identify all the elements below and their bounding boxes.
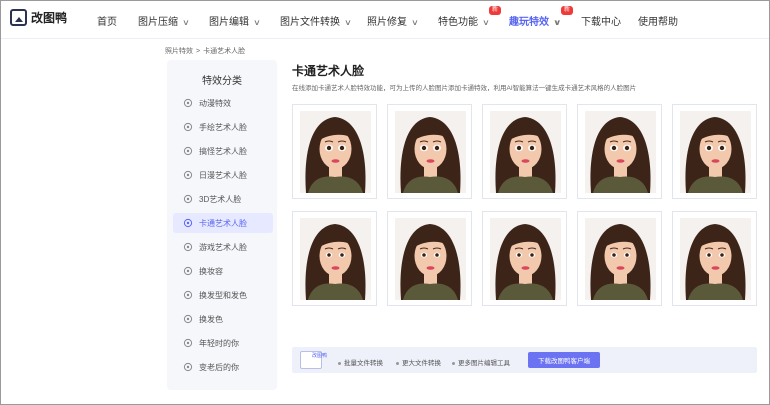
promo-item: 更大文件转换 [396,357,441,367]
logo-text: 改图鸭 [31,11,68,25]
sidebar-item-label: 卡通艺术人脸 [199,218,247,228]
window-frame [0,0,770,405]
result-image[interactable] [292,104,377,199]
sketch-face-icon [183,122,193,132]
bullet-icon [338,361,341,365]
top-nav: 改图鸭 首页 图片压缩 ∨ 图片编辑 ∨ 图片文件转换 ∨ 照片修复 ∨ 特色功能 ∨ 新… [1,1,769,39]
new-badge: 新 [489,6,502,15]
result-image[interactable] [387,211,472,306]
chevron-down-icon: ∨ [553,18,562,27]
nav-help[interactable]: 使用帮助 [638,13,678,28]
nav-home[interactable]: 首页 [97,13,117,28]
result-image[interactable] [672,211,757,306]
sidebar-item-0[interactable]: 动漫特效 [173,93,273,113]
nav-convert[interactable]: 图片文件转换 ∨ [280,13,352,28]
sidebar-item-6[interactable]: 游戏艺术人脸 [173,237,273,257]
breadcrumb-parent[interactable]: 照片特效 [165,48,193,55]
nav-compress[interactable]: 图片压缩 ∨ [138,13,190,28]
makeup-icon [183,266,193,276]
chevron-down-icon: ∨ [344,18,352,27]
logo[interactable]: 改图鸭 [10,9,67,26]
logo-icon [10,9,27,26]
result-image[interactable] [672,104,757,199]
breadcrumb: 照片特效 > 卡通艺术人脸 [165,46,245,56]
nav-edit[interactable]: 图片编辑 ∨ [209,13,261,28]
sidebar-item-8[interactable]: 换发型和发色 [173,285,273,305]
nav-repair[interactable]: 照片修复 ∨ [367,13,419,28]
result-image[interactable] [482,104,567,199]
nav-special[interactable]: 特色功能 ∨ [438,13,490,28]
sidebar-item-1[interactable]: 手绘艺术人脸 [173,117,273,137]
chevron-down-icon: ∨ [482,18,490,27]
breadcrumb-current: 卡通艺术人脸 [203,48,246,55]
sidebar-item-3[interactable]: 日漫艺术人脸 [173,165,273,185]
download-client-button[interactable]: 下载改图鸭客户端 [528,352,600,368]
sidebar-item-label: 动漫特效 [199,98,231,108]
download-promo-bar: 改图鸭 批量文件转换 更大文件转换 更多图片编辑工具 下载改图鸭客户端 [292,347,757,373]
sidebar-item-label: 搞怪艺术人脸 [199,146,247,156]
chevron-down-icon: ∨ [411,18,419,27]
sidebar-item-label: 日漫艺术人脸 [199,170,247,180]
sidebar-item-label: 变老后的你 [199,362,239,372]
nav-fun[interactable]: 趣玩特效 ∨ [509,13,561,28]
new-badge: 新 [561,6,574,15]
sidebar-item-11[interactable]: 变老后的你 [173,357,273,377]
result-image[interactable] [577,104,662,199]
sidebar-item-label: 换发色 [199,314,223,324]
page-title: 卡通艺术人脸 [292,64,365,78]
chevron-down-icon: ∨ [253,18,261,27]
breadcrumb-separator: > [196,48,201,55]
sidebar-item-5[interactable]: 卡通艺术人脸 [173,213,273,233]
bullet-icon [396,361,399,365]
sidebar-item-2[interactable]: 搞怪艺术人脸 [173,141,273,161]
promo-item: 批量文件转换 [338,357,383,367]
result-image[interactable] [387,104,472,199]
older-icon [183,362,193,372]
sidebar-item-4[interactable]: 3D艺术人脸 [173,189,273,209]
japanese-anime-icon [183,170,193,180]
sidebar-item-label: 游戏艺术人脸 [199,242,247,252]
promo-item: 更多图片编辑工具 [452,357,510,367]
cartoon-face-icon [183,218,193,228]
result-image[interactable] [482,211,567,306]
app-icon-label: 改图鸭 [312,353,328,359]
sidebar: 特效分类 动漫特效手绘艺术人脸 搞怪艺术人脸 日漫艺术人脸 3D艺术人脸 卡通艺术人脸游… [167,60,277,390]
result-image[interactable] [577,211,662,306]
nav-download[interactable]: 下载中心 [581,13,621,28]
sidebar-item-label: 3D艺术人脸 [199,194,242,204]
result-image[interactable] [292,211,377,306]
chevron-down-icon: ∨ [182,18,190,27]
younger-icon [183,338,193,348]
sidebar-item-10[interactable]: 年轻时的你 [173,333,273,353]
anime-icon [183,98,193,108]
sidebar-item-7[interactable]: 换妆容 [173,261,273,281]
sidebar-item-label: 年轻时的你 [199,338,239,348]
sidebar-item-label: 换发型和发色 [199,290,247,300]
bullet-icon [452,361,455,365]
sidebar-item-label: 手绘艺术人脸 [199,122,247,132]
funny-face-icon [183,146,193,156]
page-description: 在线添加卡通艺术人脸特效功能，可为上传的人脸图片添加卡通特效，利用AI智能算法一… [292,85,637,92]
3d-face-icon [183,194,193,204]
sidebar-title: 特效分类 [202,76,242,87]
hair-color-icon [183,314,193,324]
sidebar-item-9[interactable]: 换发色 [173,309,273,329]
sidebar-item-label: 换妆容 [199,266,223,276]
hairstyle-icon [183,290,193,300]
game-face-icon [183,242,193,252]
